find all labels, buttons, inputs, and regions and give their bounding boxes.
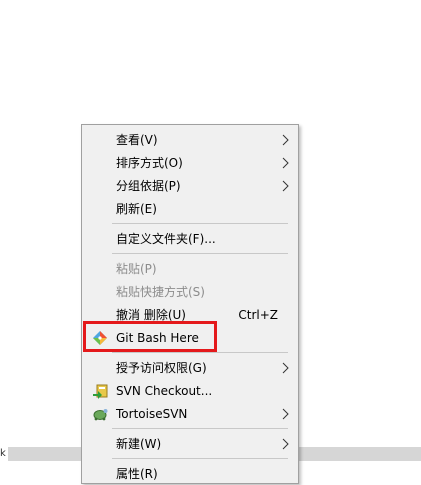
highlight-annotation-box <box>83 321 217 352</box>
menu-separator <box>112 352 288 353</box>
menu-item-shortcut: Ctrl+Z <box>238 308 278 322</box>
menu-item-paste-shortcut: 粘贴快捷方式(S) <box>82 281 298 303</box>
chevron-right-icon <box>282 438 289 450</box>
menu-item-label: 粘贴(P) <box>116 262 157 276</box>
menu-item-label: 分组依据(P) <box>116 179 181 193</box>
menu-item-paste: 粘贴(P) <box>82 258 298 280</box>
chevron-right-icon <box>282 134 289 146</box>
menu-separator <box>112 223 288 224</box>
menu-separator <box>112 253 288 254</box>
menu-item-label: 刷新(E) <box>116 202 157 216</box>
menu-item-svn-checkout[interactable]: SVN Checkout... <box>82 380 298 402</box>
scrollbar-left-label: k <box>0 447 8 461</box>
menu-item-new[interactable]: 新建(W) <box>82 433 298 455</box>
menu-item-view[interactable]: 查看(V) <box>82 129 298 151</box>
menu-item-label: TortoiseSVN <box>116 407 188 421</box>
svn-checkout-icon <box>93 384 108 399</box>
menu-item-refresh[interactable]: 刷新(E) <box>82 198 298 220</box>
chevron-right-icon <box>282 408 289 420</box>
chevron-right-icon <box>282 157 289 169</box>
menu-separator <box>112 458 288 459</box>
menu-item-customize-folder[interactable]: 自定义文件夹(F)... <box>82 228 298 250</box>
menu-item-label: 排序方式(O) <box>116 156 183 170</box>
menu-item-label: 粘贴快捷方式(S) <box>116 285 205 299</box>
menu-item-label: 新建(W) <box>116 437 162 451</box>
chevron-right-icon <box>282 180 289 192</box>
menu-item-group-by[interactable]: 分组依据(P) <box>82 175 298 197</box>
menu-item-label: 属性(R) <box>116 467 158 481</box>
menu-item-label: 授予访问权限(G) <box>116 361 207 375</box>
menu-item-label: SVN Checkout... <box>116 384 213 398</box>
menu-item-label: 查看(V) <box>116 133 158 147</box>
menu-item-tortoisesvn[interactable]: TortoiseSVN <box>82 403 298 425</box>
menu-item-sort-by[interactable]: 排序方式(O) <box>82 152 298 174</box>
menu-item-grant-access[interactable]: 授予访问权限(G) <box>82 357 298 379</box>
menu-item-label: 自定义文件夹(F)... <box>116 232 216 246</box>
chevron-right-icon <box>282 362 289 374</box>
menu-item-properties[interactable]: 属性(R) <box>82 463 298 485</box>
context-menu: 查看(V) 排序方式(O) 分组依据(P) 刷新(E) 自定义文件夹(F)...… <box>81 124 299 484</box>
menu-separator <box>112 428 288 429</box>
tortoisesvn-icon <box>93 409 108 421</box>
